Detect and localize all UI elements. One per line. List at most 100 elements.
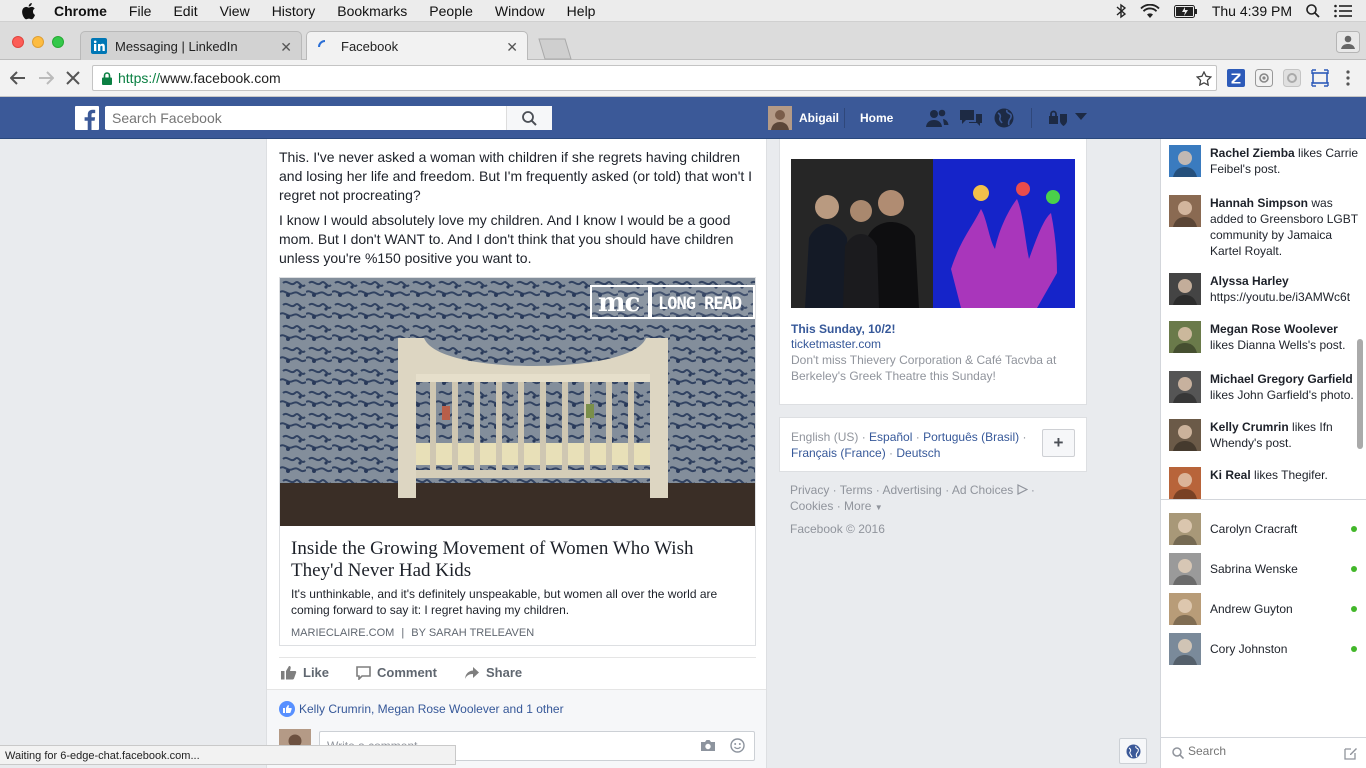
back-arrow-icon[interactable] [10,71,26,85]
tab-close-icon[interactable]: ✕ [506,39,518,56]
messages-icon[interactable] [959,108,983,128]
new-tab-button[interactable] [537,38,573,60]
share-button[interactable]: Share [464,665,522,680]
bookmark-star-icon[interactable] [1196,71,1212,86]
online-status-dot [1351,566,1357,572]
menu-view[interactable]: View [220,3,250,19]
menu-bookmarks[interactable]: Bookmarks [337,3,407,19]
footer-advertising[interactable]: Advertising [882,483,941,497]
address-bar[interactable]: https://www.facebook.com [92,65,1217,91]
battery-icon[interactable] [1173,4,1198,18]
footer-ad-choices[interactable]: Ad Choices [952,483,1013,497]
friend-name: Andrew Guyton [1210,602,1293,616]
privacy-shortcuts-icon[interactable] [1048,109,1068,126]
chat-friend-item[interactable]: Sabrina Wenske [1169,553,1359,585]
window-minimize-button[interactable] [32,36,44,48]
browser-tab-strip: Messaging | LinkedIn ✕ Facebook ✕ [0,22,1366,61]
extension-eye-icon[interactable] [1255,69,1273,87]
online-status-dot [1351,646,1357,652]
stop-loading-icon[interactable] [66,71,80,85]
menu-chrome[interactable]: Chrome [54,3,107,19]
url-host: www.facebook.com [160,70,281,86]
menubar-clock[interactable]: Thu 4:39 PM [1212,3,1292,19]
ticker-actor: Michael Gregory Garfield [1210,372,1353,386]
avatar [1169,633,1201,665]
footer-cookies[interactable]: Cookies [790,499,833,513]
shared-link-attachment[interactable]: mc LONG READ Inside the Growing Movement… [279,277,756,646]
like-button[interactable]: Like [281,665,329,680]
ad-image[interactable] [791,159,1075,308]
profile-name: Abigail [799,111,840,125]
chat-friend-item[interactable]: Cory Johnston [1169,633,1359,665]
menu-history[interactable]: History [272,3,316,19]
search-button[interactable] [506,106,552,130]
ad-domain[interactable]: ticketmaster.com [791,337,881,351]
footer-more[interactable]: More [844,499,871,513]
avatar [1169,467,1201,499]
tab-close-icon[interactable]: ✕ [280,39,292,56]
tab-linkedin[interactable]: Messaging | LinkedIn ✕ [80,31,302,60]
menu-people[interactable]: People [429,3,473,19]
reactions-summary[interactable]: Kelly Crumrin, Megan Rose Woolever and 1… [279,701,564,717]
footer-terms[interactable]: Terms [840,483,873,497]
menu-help[interactable]: Help [567,3,596,19]
ticker-action: likes Dianna Wells's post. [1210,338,1346,352]
post-text-paragraph-1: This. I've never asked a woman with chil… [279,149,753,203]
chrome-menu-icon[interactable] [1345,70,1351,86]
ticker-scrollbar[interactable] [1357,339,1363,449]
marie-claire-logo: mc [598,288,640,318]
facebook-search-input[interactable] [105,107,505,129]
extension-gear-icon[interactable] [1283,69,1301,87]
ad-title[interactable]: This Sunday, 10/2! [791,322,895,336]
reactions-names[interactable]: Kelly Crumrin, Megan Rose Woolever and 1… [299,702,564,716]
menu-edit[interactable]: Edit [173,3,197,19]
language-deutsch[interactable]: Deutsch [896,446,940,460]
article-headline[interactable]: Inside the Growing Movement of Women Who… [291,538,741,582]
post-text-paragraph-2: I know I would absolutely love my childr… [279,212,734,266]
language-espanol[interactable]: Español [869,430,912,444]
profile-link[interactable]: Abigail [768,106,839,130]
online-status-dot [1351,606,1357,612]
search-icon [1172,747,1184,759]
cast-screen-icon[interactable] [1311,69,1329,87]
camera-icon[interactable] [700,739,716,752]
facebook-logo-icon[interactable] [75,106,99,130]
window-zoom-button[interactable] [52,36,64,48]
language-portugues[interactable]: Português (Brasil) [923,430,1019,444]
add-language-button[interactable]: + [1042,429,1075,457]
chat-friend-item[interactable]: Carolyn Cracraft [1169,513,1359,545]
apple-icon[interactable] [20,2,36,20]
share-arrow-icon [465,666,479,679]
bluetooth-icon[interactable] [1116,3,1126,19]
ticker-actor: Rachel Ziemba [1210,146,1295,160]
wifi-icon[interactable] [1140,3,1160,19]
chat-options-button[interactable] [1119,738,1147,764]
home-link[interactable]: Home [860,111,893,125]
forward-arrow-icon[interactable] [38,71,54,85]
chat-friend-item[interactable]: Andrew Guyton [1169,593,1359,625]
profile-user-icon[interactable] [1336,31,1360,53]
notifications-globe-icon[interactable] [993,107,1015,129]
article-description: It's unthinkable, and it's definitely un… [291,587,718,617]
ad-choices-icon [1016,484,1028,495]
tab-facebook[interactable]: Facebook ✕ [306,31,528,61]
divider [844,108,845,128]
new-message-icon[interactable] [1344,746,1358,760]
window-close-button[interactable] [12,36,24,48]
zotero-extension-icon[interactable] [1227,69,1245,87]
globe-icon [1126,744,1141,759]
article-image[interactable]: mc LONG READ [280,278,755,526]
language-francais[interactable]: Français (France) [791,446,886,460]
menu-window[interactable]: Window [495,3,545,19]
facebook-search [105,106,552,130]
footer-privacy[interactable]: Privacy [790,483,829,497]
chat-search-input[interactable] [1188,744,1338,758]
spotlight-search-icon[interactable] [1306,4,1320,18]
friend-name: Cory Johnston [1210,642,1288,656]
menu-file[interactable]: File [129,3,152,19]
account-dropdown-icon[interactable] [1075,113,1087,121]
emoji-icon[interactable] [730,738,745,753]
friend-requests-icon[interactable] [925,108,949,128]
notification-center-icon[interactable] [1334,4,1352,18]
comment-button[interactable]: Comment [356,665,437,680]
